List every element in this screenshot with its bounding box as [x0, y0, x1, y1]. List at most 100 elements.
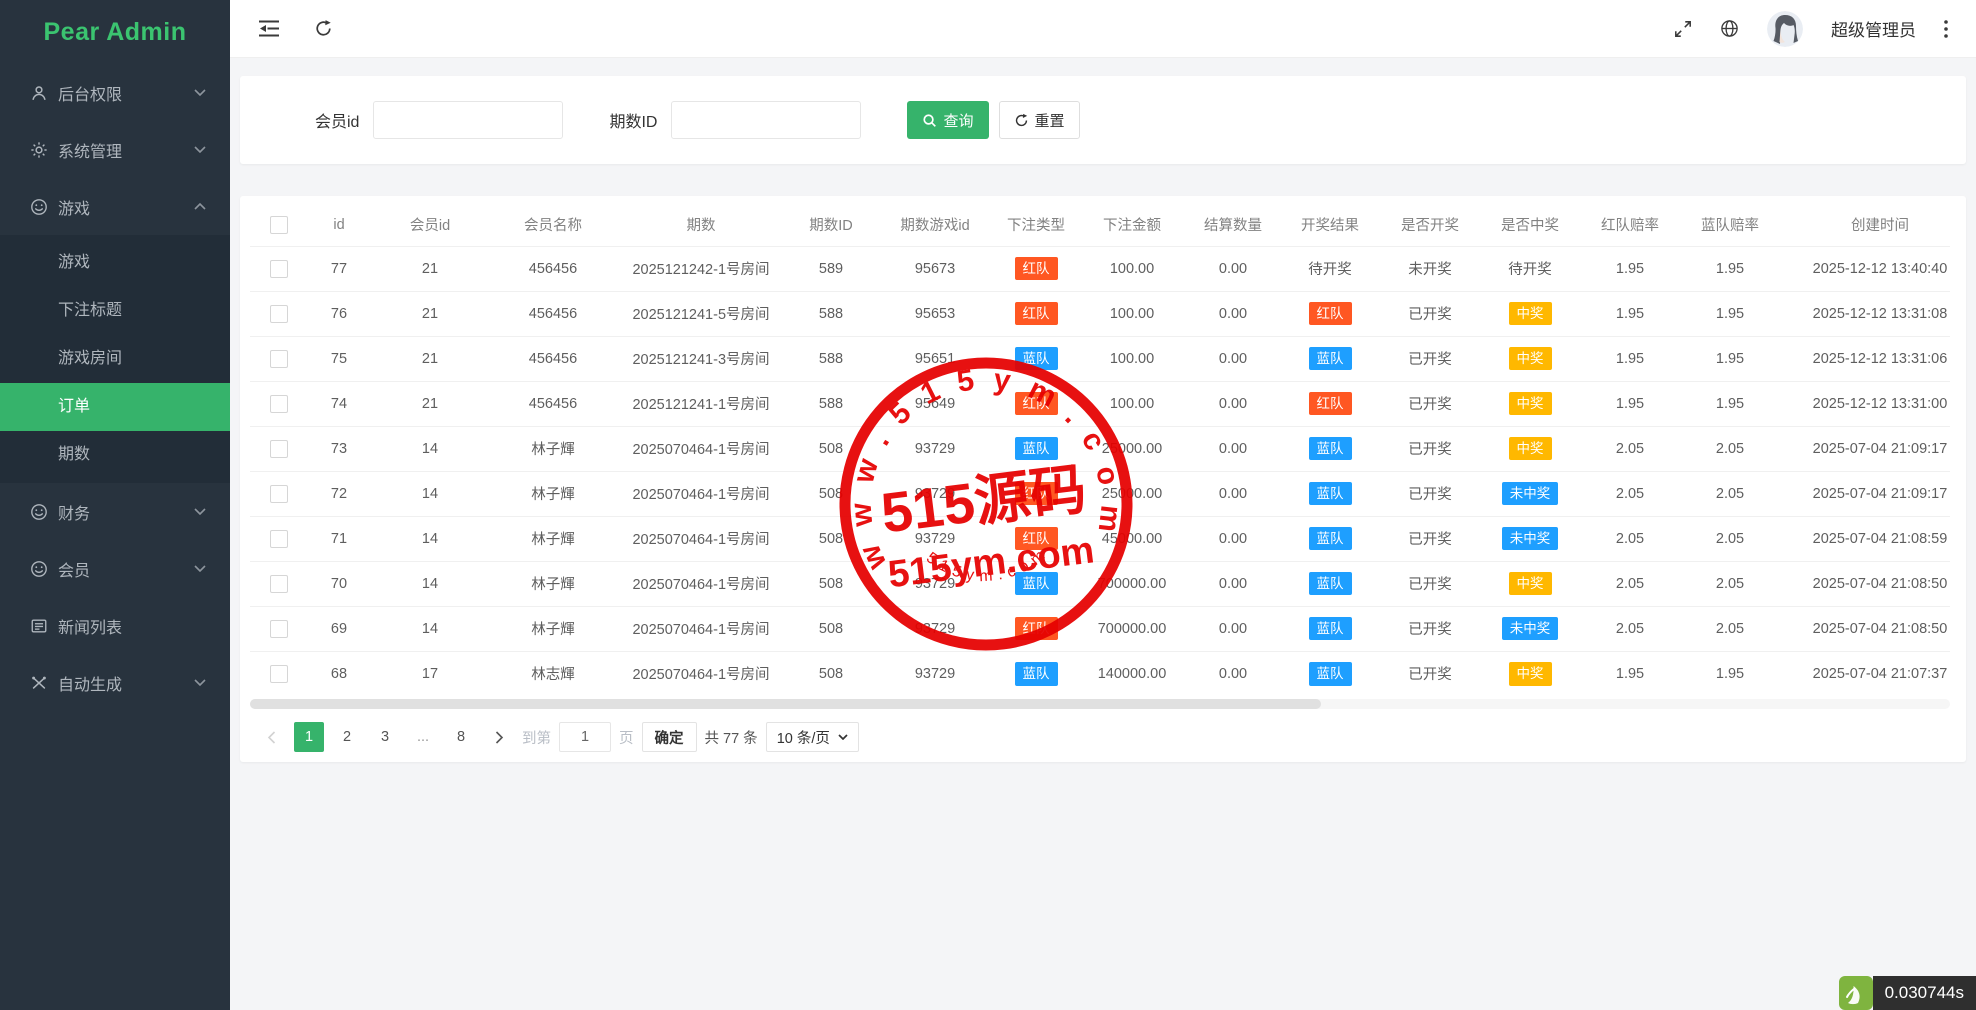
row-checkbox[interactable]: [270, 260, 288, 278]
per-page-select[interactable]: 10 条/页: [766, 722, 859, 752]
cell-bet_amount: 140000.00: [1078, 651, 1186, 696]
cell-period: 2025070464-1号房间: [616, 606, 786, 651]
cell-settle_qty: 0.00: [1186, 606, 1280, 651]
thinkphp-logo-icon[interactable]: [1839, 976, 1873, 1010]
smiley-icon: [30, 560, 48, 578]
cell-settle_qty: 0.00: [1186, 561, 1280, 606]
column-header: 创建时间: [1780, 204, 1950, 246]
cell-bet_amount: 700000.00: [1078, 606, 1186, 651]
sidebar-subitem-游戏[interactable]: 游戏: [0, 239, 230, 287]
cell-bet_type: 红队: [994, 606, 1078, 651]
cell-member_name: 456456: [490, 381, 616, 426]
win_status-badge: 中奖: [1509, 572, 1552, 596]
reset-button[interactable]: 重置: [999, 101, 1080, 139]
sidebar-subitem-下注标题[interactable]: 下注标题: [0, 287, 230, 335]
scrollbar-thumb[interactable]: [250, 699, 1321, 709]
table-row: 7114林子輝2025070464-1号房间50893729红队45000.00…: [250, 516, 1950, 561]
cell-settle_qty: 0.00: [1186, 426, 1280, 471]
collapse-sidebar-icon[interactable]: [258, 19, 280, 38]
select-all-checkbox[interactable]: [270, 216, 288, 234]
goto-page-input[interactable]: [559, 722, 611, 752]
column-header: 下注类型: [994, 204, 1078, 246]
row-checkbox[interactable]: [270, 620, 288, 638]
cell-draw_status: 已开奖: [1380, 426, 1480, 471]
member-id-input[interactable]: [373, 101, 563, 139]
cell-draw_result: 待开奖: [1280, 246, 1380, 291]
more-menu-icon[interactable]: [1944, 20, 1948, 38]
page-button-3[interactable]: 3: [370, 722, 400, 752]
sidebar-subitem-游戏房间[interactable]: 游戏房间: [0, 335, 230, 383]
page-button-1[interactable]: 1: [294, 722, 324, 752]
cell-id: 68: [308, 651, 370, 696]
row-checkbox[interactable]: [270, 440, 288, 458]
query-button[interactable]: 查询: [907, 101, 988, 139]
sidebar-item-财务[interactable]: 财务: [0, 483, 230, 540]
cell-red_odds: 1.95: [1580, 651, 1680, 696]
sidebar-item-游戏[interactable]: 游戏: [0, 178, 230, 235]
row-checkbox[interactable]: [270, 575, 288, 593]
cell-draw_result: 蓝队: [1280, 336, 1380, 381]
cell-created_at: 2025-12-12 13:31:00: [1780, 381, 1950, 426]
sidebar-item-新闻列表[interactable]: 新闻列表: [0, 597, 230, 654]
cell-draw_status: 已开奖: [1380, 291, 1480, 336]
row-checkbox[interactable]: [270, 305, 288, 323]
refresh-icon[interactable]: [314, 19, 333, 38]
prev-page-button[interactable]: [256, 722, 286, 752]
username[interactable]: 超级管理员: [1831, 16, 1916, 41]
win_status-badge: 中奖: [1509, 437, 1552, 461]
row-checkbox[interactable]: [270, 665, 288, 683]
user-avatar[interactable]: [1767, 11, 1803, 47]
bet_type-badge: 蓝队: [1015, 572, 1058, 596]
sidebar-item-会员[interactable]: 会员: [0, 540, 230, 597]
sidebar-item-label: 自动生成: [58, 671, 194, 695]
sidebar-item-后台权限[interactable]: 后台权限: [0, 64, 230, 121]
cell-bet_type: 红队: [994, 246, 1078, 291]
cell-draw_result: 蓝队: [1280, 651, 1380, 696]
sidebar-item-自动生成[interactable]: 自动生成: [0, 654, 230, 711]
table-row: 76214564562025121241-5号房间58895653红队100.0…: [250, 291, 1950, 336]
draw_result-badge: 蓝队: [1309, 437, 1352, 461]
cell-period: 2025070464-1号房间: [616, 651, 786, 696]
sidebar: Pear Admin 后台权限系统管理游戏游戏下注标题游戏房间订单期数财务会员新…: [0, 0, 230, 1010]
sidebar-subitem-订单[interactable]: 订单: [0, 383, 230, 431]
cell-period_id: 508: [786, 426, 876, 471]
next-page-button[interactable]: [484, 722, 514, 752]
cell-period: 2025121241-1号房间: [616, 381, 786, 426]
cell-bet_amount: 25000.00: [1078, 426, 1186, 471]
user-icon: [30, 84, 48, 102]
cell-draw_result: 红队: [1280, 381, 1380, 426]
column-header: 下注金额: [1078, 204, 1186, 246]
win_status-badge: 未中奖: [1502, 482, 1559, 506]
cell-created_at: 2025-07-04 21:09:17: [1780, 471, 1950, 516]
draw_result-badge: 蓝队: [1309, 347, 1352, 371]
row-checkbox[interactable]: [270, 530, 288, 548]
cell-period: 2025121241-3号房间: [616, 336, 786, 381]
cell-win_status: 中奖: [1480, 651, 1580, 696]
tools-icon: [30, 674, 48, 692]
smiley-icon: [30, 198, 48, 216]
win_status-badge: 中奖: [1509, 347, 1552, 371]
horizontal-scrollbar[interactable]: [250, 699, 1950, 709]
confirm-page-button[interactable]: 确定: [642, 722, 697, 752]
language-globe-icon[interactable]: [1720, 19, 1739, 38]
sidebar-item-系统管理[interactable]: 系统管理: [0, 121, 230, 178]
row-checkbox[interactable]: [270, 350, 288, 368]
page-button-8[interactable]: 8: [446, 722, 476, 752]
cell-member_name: 林子輝: [490, 561, 616, 606]
member-id-label: 会员id: [315, 108, 359, 132]
cell-member_name: 456456: [490, 291, 616, 336]
column-header: 红队赔率: [1580, 204, 1680, 246]
cell-bet_amount: 100.00: [1078, 336, 1186, 381]
fullscreen-icon[interactable]: [1674, 20, 1692, 38]
cell-created_at: 2025-07-04 21:08:50: [1780, 606, 1950, 651]
cell-red_odds: 1.95: [1580, 246, 1680, 291]
cell-settle_qty: 0.00: [1186, 651, 1280, 696]
sidebar-subitem-期数[interactable]: 期数: [0, 431, 230, 479]
row-checkbox[interactable]: [270, 395, 288, 413]
page-button-2[interactable]: 2: [332, 722, 362, 752]
cell-settle_qty: 0.00: [1186, 291, 1280, 336]
sidebar-item-label: 系统管理: [58, 138, 194, 162]
cell-member_id: 21: [370, 291, 490, 336]
period-id-input[interactable]: [671, 101, 861, 139]
row-checkbox[interactable]: [270, 485, 288, 503]
